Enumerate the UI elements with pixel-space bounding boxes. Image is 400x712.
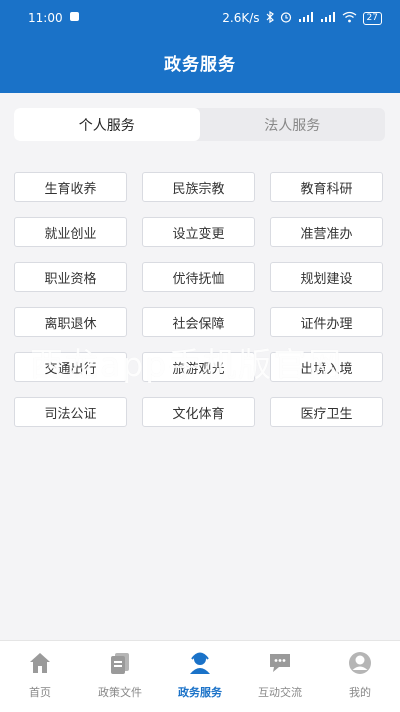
bottom-nav: 首页 政策文件 政务服务 互动交流 我的 [0,640,400,712]
signal-icon-2 [320,11,336,26]
service-item[interactable]: 准营准办 [270,217,383,247]
service-category-grid: 生育收养 民族宗教 教育科研 就业创业 设立变更 准营准办 职业资格 优待抚恤 … [14,172,385,427]
profile-icon [347,650,373,680]
status-time: 11:00 [28,11,63,25]
service-item[interactable]: 证件办理 [270,307,383,337]
nav-interactive-exchange-label: 互动交流 [258,686,302,699]
service-item[interactable]: 交通出行 [14,352,127,382]
bluetooth-icon [266,10,274,26]
service-tabs: 个人服务 法人服务 [14,108,385,141]
service-item[interactable]: 规划建设 [270,262,383,292]
service-item[interactable]: 旅游观光 [142,352,255,382]
nav-profile[interactable]: 我的 [320,641,400,712]
battery-level: 27 [366,12,378,23]
nav-policy-documents-label: 政策文件 [98,686,142,699]
top-header: 11:00 2.6K/s 27 政务服务 [0,0,400,93]
alarm-icon [280,11,292,26]
service-item[interactable]: 生育收养 [14,172,127,202]
service-item[interactable]: 就业创业 [14,217,127,247]
nav-interactive-exchange[interactable]: 互动交流 [240,641,320,712]
service-item[interactable]: 优待抚恤 [142,262,255,292]
nav-government-services[interactable]: 政务服务 [160,641,240,712]
network-speed: 2.6K/s [222,11,260,25]
service-item[interactable]: 离职退休 [14,307,127,337]
service-person-icon [187,650,213,680]
tab-legal-person-services[interactable]: 法人服务 [200,108,386,141]
service-item[interactable]: 司法公证 [14,397,127,427]
service-item[interactable]: 民族宗教 [142,172,255,202]
tab-personal-services[interactable]: 个人服务 [14,108,200,141]
chat-icon [267,650,293,680]
status-bar: 11:00 2.6K/s 27 [0,0,400,36]
nav-home[interactable]: 首页 [0,641,80,712]
service-item[interactable]: 设立变更 [142,217,255,247]
nav-profile-label: 我的 [349,686,371,699]
service-item[interactable]: 教育科研 [270,172,383,202]
document-icon [107,650,133,680]
page-title: 政务服务 [164,55,236,75]
notification-icon [69,11,80,25]
service-item[interactable]: 医疗卫生 [270,397,383,427]
service-item[interactable]: 文化体育 [142,397,255,427]
battery-icon: 27 [362,11,382,25]
signal-icon [298,11,314,26]
home-icon [27,650,53,680]
wifi-icon [342,11,357,26]
nav-policy-documents[interactable]: 政策文件 [80,641,160,712]
nav-home-label: 首页 [29,686,51,699]
service-item[interactable]: 职业资格 [14,262,127,292]
nav-government-services-label: 政务服务 [178,686,222,699]
service-item[interactable]: 社会保障 [142,307,255,337]
service-item[interactable]: 出境入境 [270,352,383,382]
